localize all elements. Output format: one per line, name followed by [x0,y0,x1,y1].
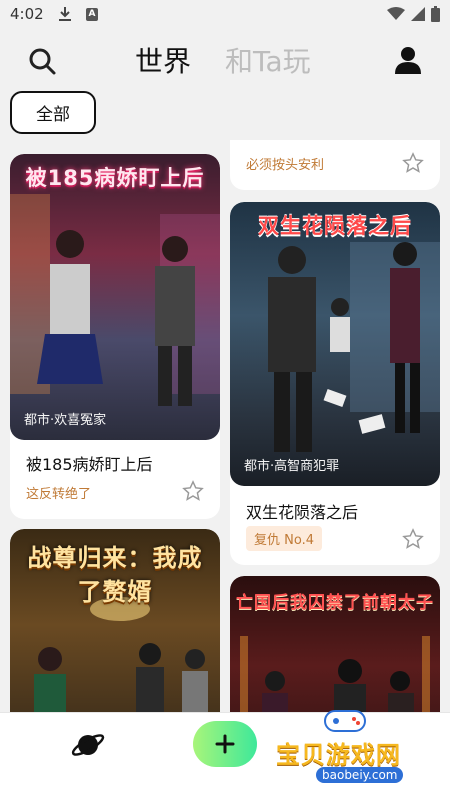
plus-icon [215,734,235,754]
story-subtitle: 必须按头安利 [246,158,325,173]
status-bar: 4:02 A [0,0,450,30]
status-time: 4:02 [10,5,44,23]
search-icon[interactable] [26,45,58,77]
cover-title: 亡国后我囚禁了前朝太子 [236,593,434,613]
story-cover-image: 亡国后我囚禁了前朝太子 [230,576,440,712]
story-card[interactable]: 战尊归来：我成了赘婿 [10,529,220,712]
wifi-icon [387,7,405,20]
bottom-nav: 宝贝游戏网 baobeiy.com [0,710,450,800]
story-feed[interactable]: 被185病娇盯上后 都市·欢喜冤家 被185病娇盯上后 这反转绝了 必须按头安利 [0,140,450,712]
story-title: 双生花陨落之后 [246,503,359,522]
cover-title: 战尊归来：我成了赘婿 [27,544,203,606]
story-subtitle: 这反转绝了 [26,487,92,502]
genre-tag: 都市·高智商犯罪 [244,459,340,474]
story-card[interactable]: 必须按头安利 [230,140,440,190]
cover-title: 被185病娇盯上后 [25,166,205,190]
cover-illustration [10,194,220,406]
cover-illustration [268,242,440,452]
tab-world[interactable]: 世界 [135,40,191,80]
story-title: 被185病娇盯上后 [26,455,153,474]
filter-all-button[interactable]: 全部 [10,91,96,134]
genre-tag: 都市·欢喜冤家 [24,413,107,428]
planet-icon[interactable] [70,727,106,763]
star-icon[interactable] [402,152,424,174]
watermark-url: baobeiy.com [316,767,404,783]
status-indicators [387,6,440,22]
battery-icon [431,6,440,22]
star-icon[interactable] [182,480,204,502]
story-cover-image: 战尊归来：我成了赘婿 [10,529,220,712]
watermark: 宝贝游戏网 baobeiy.com [266,710,450,800]
story-card[interactable]: 双生花陨落之后 都市·高智商犯罪 双生花陨落之后 复仇 No.4 [230,202,440,565]
watermark-text: 宝贝游戏网 [276,741,401,769]
top-bar: 世界 和Ta玩 [0,30,450,90]
story-card[interactable]: 亡国后我囚禁了前朝太子 [230,576,440,712]
notification-icon: A [86,8,98,21]
tab-play-with-ta[interactable]: 和Ta玩 [225,40,311,80]
signal-icon [411,7,425,21]
ranking-badge: 复仇 No.4 [246,526,322,551]
cover-title: 双生花陨落之后 [258,214,412,238]
gamepad-icon [324,710,366,732]
star-icon[interactable] [402,528,424,550]
create-button[interactable] [193,721,257,767]
download-icon [59,7,71,21]
user-icon[interactable] [392,44,424,76]
story-cover-image: 双生花陨落之后 都市·高智商犯罪 [230,202,440,486]
story-cover-image: 被185病娇盯上后 都市·欢喜冤家 [10,154,220,440]
story-card[interactable]: 被185病娇盯上后 都市·欢喜冤家 被185病娇盯上后 这反转绝了 [10,154,220,519]
